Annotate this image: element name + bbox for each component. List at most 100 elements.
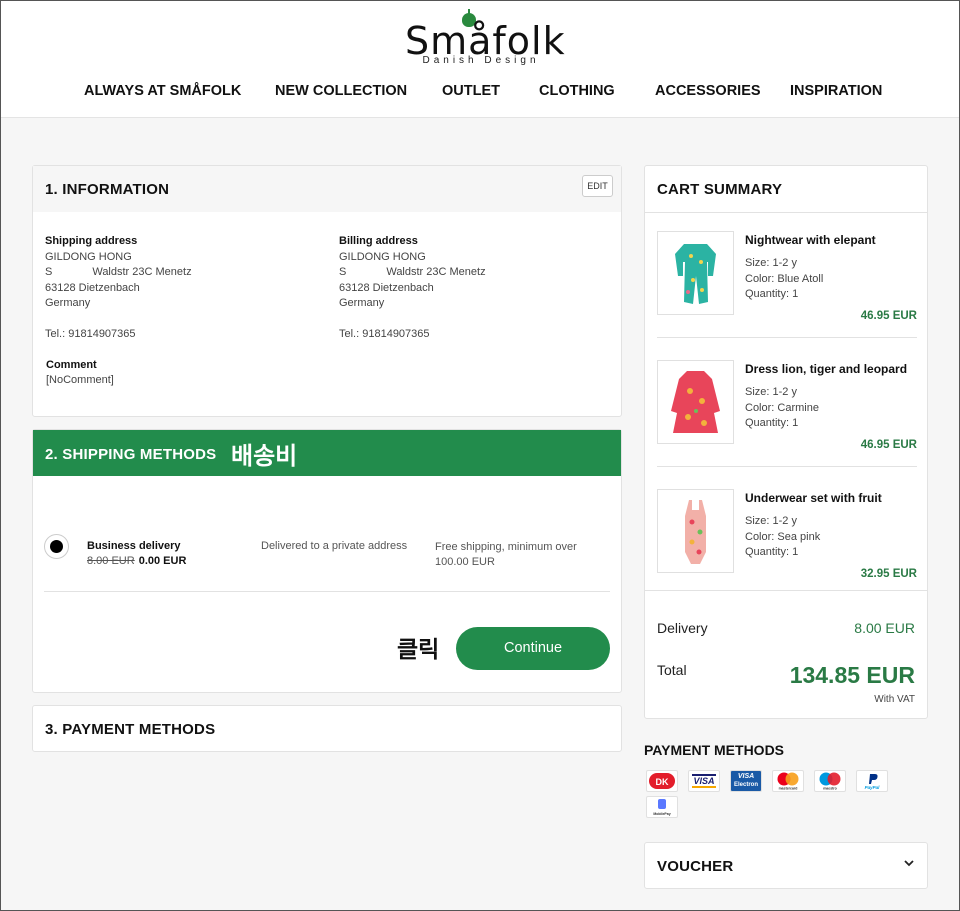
shipping-city: 63128 Dietzenbach (45, 281, 140, 294)
item-price: 46.95 EUR (860, 310, 917, 322)
shipping-phone: Tel.: 91814907365 (45, 328, 136, 340)
svg-text:PayPal: PayPal (865, 785, 881, 790)
billing-address: Billing address GILDONG HONG S Waldstr 23… (339, 234, 486, 343)
information-header: 1. INFORMATION EDIT (33, 166, 621, 212)
item-details: Size: 1-2 y Color: Carmine Quantity: 1 (745, 385, 819, 432)
shipping-street-line: S Waldstr 23C Menetz (45, 265, 192, 281)
delivery-value: 8.00 EUR (854, 620, 915, 636)
comment-label: Comment (46, 359, 97, 371)
item-name[interactable]: Dress lion, tiger and leopard (745, 362, 907, 376)
cart-item: Nightwear with elepant Size: 1-2 y Color… (645, 231, 927, 360)
nav-item-accessories[interactable]: ACCESSORIES (655, 83, 761, 99)
business-delivery-radio[interactable] (44, 534, 69, 559)
payment-methods-step-title: 3. PAYMENT METHODS (45, 721, 216, 738)
nav-item-inspiration[interactable]: INSPIRATION (790, 83, 882, 99)
billing-street-line: S Waldstr 23C Menetz (339, 265, 486, 281)
divider (645, 590, 927, 591)
shipping-old-price: 8.00 EUR (87, 555, 135, 567)
chevron-down-icon[interactable] (903, 856, 915, 872)
shipping-street: Waldstr 23C Menetz (92, 266, 192, 278)
edit-button[interactable]: EDIT (582, 175, 613, 197)
click-annotation: 클릭 (397, 637, 440, 663)
shipping-option-description: Delivered to a private address (261, 540, 408, 552)
billing-name: GILDONG HONG (339, 250, 426, 263)
item-price: 46.95 EUR (860, 439, 917, 451)
item-name[interactable]: Nightwear with elepant (745, 233, 876, 247)
information-title: 1. INFORMATION (45, 181, 170, 198)
shipping-fee-annotation: 배송비 (231, 442, 298, 470)
mobilepay-icon: MobilePay (646, 796, 678, 818)
divider (657, 466, 917, 467)
information-card: 1. INFORMATION EDIT Shipping address GIL… (32, 165, 622, 417)
total-label: Total (657, 662, 687, 678)
billing-phone: Tel.: 91814907365 (339, 328, 430, 340)
shipping-methods-title: 2. SHIPPING METHODS (45, 446, 217, 463)
visa-icon: VISA (688, 770, 720, 792)
pajama-image (658, 232, 733, 314)
underwear-image (658, 490, 733, 572)
shipping-address: Shipping address GILDONG HONG S Waldstr 2… (45, 234, 192, 343)
brand-tagline: Danish Design (422, 55, 540, 66)
item-name[interactable]: Underwear set with fruit (745, 491, 882, 505)
shipping-methods-card: 2. SHIPPING METHODS 배송비 Business deliver… (32, 429, 622, 693)
cart-item: Dress lion, tiger and leopard Size: 1-2 … (645, 360, 927, 489)
shipping-new-price: 0.00 EUR (138, 555, 187, 567)
voucher-card[interactable]: VOUCHER (644, 842, 928, 889)
item-size: Size: 1-2 y (745, 386, 797, 398)
divider (645, 212, 927, 213)
item-color: Color: Carmine (745, 401, 819, 414)
item-size: Size: 1-2 y (745, 257, 797, 269)
vat-note: With VAT (874, 694, 915, 705)
product-thumbnail[interactable] (657, 489, 734, 573)
item-quantity: Quantity: 1 (745, 417, 799, 429)
voucher-title: VOUCHER (657, 858, 734, 875)
svg-text:maestro: maestro (823, 787, 837, 791)
billing-city: 63128 Dietzenbach (339, 281, 434, 294)
continue-button[interactable]: Continue (456, 627, 610, 670)
svg-text:MobilePay: MobilePay (653, 812, 670, 816)
payment-methods-title: PAYMENT METHODS (644, 742, 785, 758)
payment-methods-step-card[interactable]: 3. PAYMENT METHODS (32, 705, 622, 752)
item-price: 32.95 EUR (860, 568, 917, 580)
divider (44, 591, 610, 592)
delivery-label: Delivery (657, 620, 708, 636)
shipping-option-name: Business delivery (87, 540, 181, 552)
shipping-methods-header: 2. SHIPPING METHODS 배송비 (33, 430, 621, 476)
total-value: 134.85 EUR (789, 662, 915, 688)
main-nav: ALWAYS AT SMÅFOLK NEW COLLECTION OUTLET … (1, 83, 959, 103)
visa-text: VISA (692, 774, 716, 788)
nav-item-clothing[interactable]: CLOTHING (539, 83, 615, 99)
nav-item-outlet[interactable]: OUTLET (442, 83, 500, 99)
item-details: Size: 1-2 y Color: Blue Atoll Quantity: … (745, 256, 823, 303)
billing-address-label: Billing address (339, 235, 418, 247)
paypal-icon: PayPal (856, 770, 888, 792)
dress-image (658, 361, 733, 443)
shipping-name: GILDONG HONG (45, 250, 132, 263)
product-thumbnail[interactable] (657, 231, 734, 315)
item-color: Color: Blue Atoll (745, 272, 824, 285)
billing-country: Germany (339, 297, 385, 309)
brand-logo[interactable]: Småfolk Danish Design (405, 9, 565, 69)
item-details: Size: 1-2 y Color: Sea pink Quantity: 1 (745, 514, 820, 561)
comment-value: [NoComment] (46, 374, 114, 386)
nav-item-always-at-smafolk[interactable]: ALWAYS AT SMÅFOLK (84, 83, 241, 99)
shipping-address-label: Shipping address (45, 235, 138, 247)
cart-summary: CART SUMMARY Nightwear with elepant Size… (644, 165, 928, 719)
nav-item-new-collection[interactable]: NEW COLLECTION (275, 83, 407, 99)
visa-electron-text: VISA (737, 773, 755, 780)
billing-street-prefix: S (339, 266, 347, 278)
item-quantity: Quantity: 1 (745, 546, 799, 558)
item-size: Size: 1-2 y (745, 515, 797, 527)
dankort-icon: DK (646, 770, 678, 792)
divider (657, 337, 917, 338)
comment-block: Comment [NoComment] (46, 358, 114, 388)
mastercard-icon: mastercard (772, 770, 804, 792)
shipping-option-note: Free shipping, minimum over 100.00 EUR (435, 541, 577, 568)
billing-street: Waldstr 23C Menetz (386, 266, 486, 278)
shipping-country: Germany (45, 297, 91, 309)
cart-summary-title: CART SUMMARY (657, 181, 783, 198)
visa-electron-icon: VISA Electron (730, 770, 762, 792)
svg-text:DK: DK (656, 777, 669, 787)
product-thumbnail[interactable] (657, 360, 734, 444)
item-quantity: Quantity: 1 (745, 288, 799, 300)
